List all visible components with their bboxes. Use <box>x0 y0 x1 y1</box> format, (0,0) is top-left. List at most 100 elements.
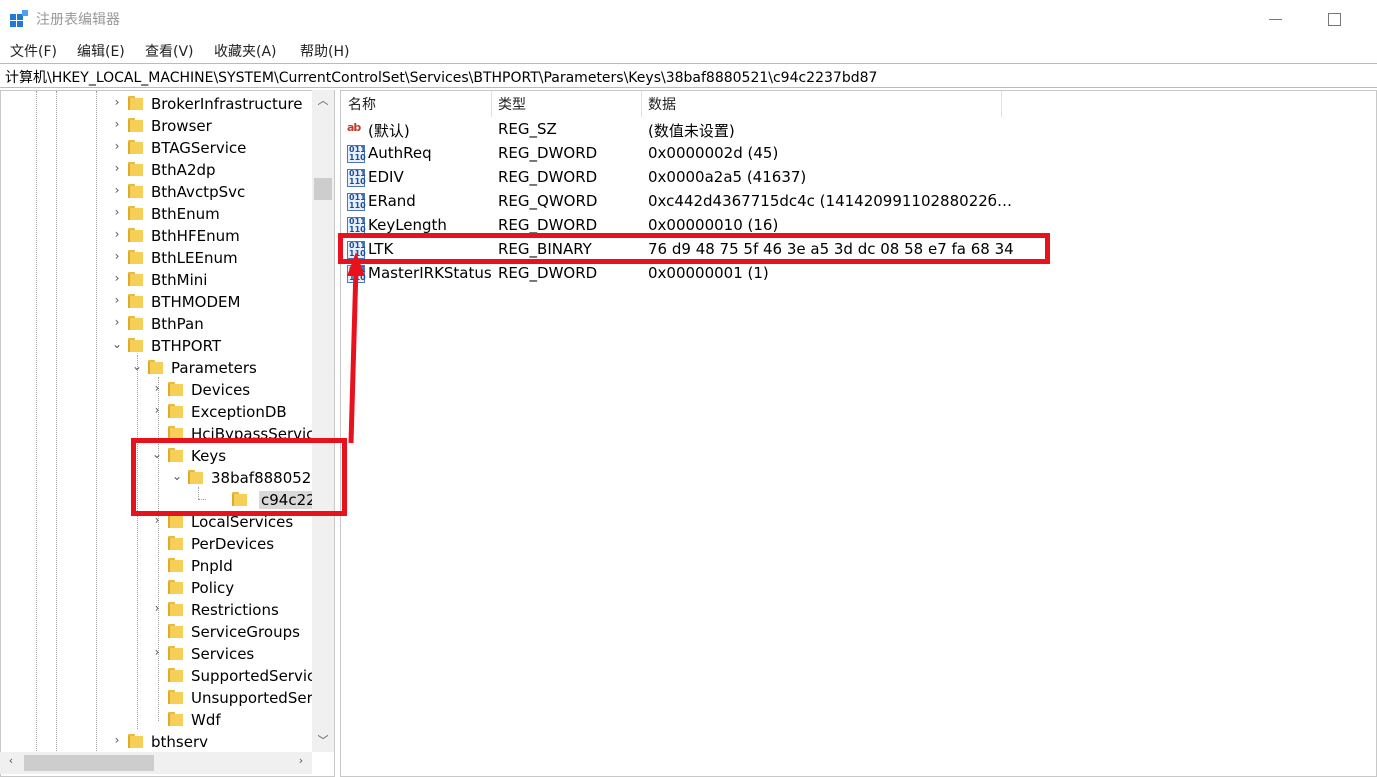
tree-item[interactable]: SupportedServices <box>1 665 332 687</box>
tree-item[interactable]: › BthAvctpSvc <box>1 181 313 203</box>
address-path[interactable]: 计算机\HKEY_LOCAL_MACHINE\SYSTEM\CurrentCon… <box>5 67 877 87</box>
column-header-type[interactable]: 类型 <box>498 94 526 114</box>
menu-edit[interactable]: 编辑(E) <box>77 41 125 61</box>
tree-item-label[interactable]: BTAGService <box>151 139 246 157</box>
tree-item[interactable]: PerDevices <box>1 533 313 555</box>
tree-item-label[interactable]: Policy <box>191 579 234 597</box>
tree-item[interactable]: › BthMini <box>1 269 313 291</box>
scroll-up-icon[interactable]: ︿ <box>312 92 334 110</box>
column-divider[interactable] <box>1001 91 1002 117</box>
value-row[interactable]: ab (默认) REG_SZ (数值未设置) <box>341 118 1041 142</box>
chevron-right-icon[interactable]: › <box>111 227 123 243</box>
tree-item[interactable]: › Browser <box>1 115 313 137</box>
tree-item-label[interactable]: ExceptionDB <box>191 403 287 421</box>
tree-item[interactable]: › BthHFEnum <box>1 225 313 247</box>
chevron-right-icon[interactable]: › <box>111 293 123 309</box>
tree-item-label[interactable]: BthHFEnum <box>151 227 240 245</box>
tree-item[interactable]: PnpId <box>1 555 313 577</box>
chevron-right-icon[interactable]: › <box>111 205 123 221</box>
chevron-right-icon[interactable]: › <box>111 733 123 749</box>
tree-item-label[interactable]: PnpId <box>191 557 233 575</box>
column-divider[interactable] <box>641 91 642 117</box>
tree-item[interactable]: › BthA2dp <box>1 159 313 181</box>
values-pane[interactable]: 名称 类型 数据 ab (默认) REG_SZ (数值未设置) 011 110 AuthRe… <box>340 90 1377 777</box>
column-header-name[interactable]: 名称 <box>348 94 376 114</box>
tree-item-label[interactable]: Services <box>191 645 254 663</box>
tree-item-label[interactable]: BthPan <box>151 315 204 333</box>
scroll-thumb[interactable] <box>24 755 154 771</box>
minimize-button[interactable] <box>1262 4 1292 34</box>
tree-item-label[interactable]: BrokerInfrastructure <box>151 95 303 113</box>
value-row[interactable]: 011 110 ERand REG_QWORD 0xc442d4367715dc4c (… <box>341 190 1041 214</box>
maximize-button[interactable] <box>1320 4 1350 34</box>
scroll-left-icon[interactable]: ‹ <box>2 754 20 772</box>
chevron-down-icon[interactable]: ⌄ <box>131 359 143 375</box>
chevron-right-icon[interactable]: › <box>111 139 123 155</box>
tree-item-label[interactable]: BthAvctpSvc <box>151 183 245 201</box>
chevron-right-icon[interactable]: › <box>111 161 123 177</box>
tree-item[interactable]: › BrokerInfrastructure <box>1 93 313 115</box>
folder-icon <box>168 382 183 396</box>
tree-item[interactable]: › BTHMODEM <box>1 291 313 313</box>
scroll-thumb[interactable] <box>314 178 332 200</box>
address-bar[interactable]: 计算机\HKEY_LOCAL_MACHINE\SYSTEM\CurrentCon… <box>0 63 1377 88</box>
chevron-right-icon[interactable]: › <box>111 183 123 199</box>
scroll-right-icon[interactable]: › <box>292 754 310 772</box>
tree-item[interactable]: › BTAGService <box>1 137 313 159</box>
menu-view[interactable]: 查看(V) <box>145 41 194 61</box>
binary-value-icon: 011110 <box>347 169 366 187</box>
tree-item[interactable]: UnsupportedServices <box>1 687 334 709</box>
key-tree-pane[interactable]: › BrokerInfrastructure › Browser › BTAGServic… <box>0 90 335 777</box>
tree-item-label[interactable]: BTHMODEM <box>151 293 240 311</box>
tree-item[interactable]: › bthserv <box>1 731 313 753</box>
chevron-right-icon[interactable]: › <box>111 95 123 111</box>
tree-item-label[interactable]: BthEnum <box>151 205 220 223</box>
tree-item-label[interactable]: bthserv <box>151 733 208 751</box>
column-header-data[interactable]: 数据 <box>648 94 676 114</box>
chevron-right-icon[interactable]: › <box>111 271 123 287</box>
tree-item[interactable]: Policy <box>1 577 313 599</box>
folder-icon <box>128 140 143 154</box>
tree-item-label[interactable]: BTHPORT <box>151 337 221 355</box>
tree-item-label[interactable]: Restrictions <box>191 601 279 619</box>
tree-item-label[interactable]: ServiceGroups <box>191 623 300 641</box>
chevron-right-icon[interactable]: › <box>111 249 123 265</box>
tree-item-label[interactable]: BthA2dp <box>151 161 216 179</box>
tree-item[interactable]: › Devices <box>1 379 313 401</box>
tree-item-label[interactable]: PerDevices <box>191 535 274 553</box>
tree-item[interactable]: › Restrictions <box>1 599 313 621</box>
tree-horizontal-scrollbar[interactable]: ‹ › <box>0 752 312 774</box>
tree-item[interactable]: › BthLEEnum <box>1 247 313 269</box>
tree-item[interactable]: › ExceptionDB <box>1 401 313 423</box>
chevron-down-icon[interactable]: ⌄ <box>111 337 123 353</box>
chevron-right-icon[interactable]: › <box>151 645 163 661</box>
tree-item[interactable]: ServiceGroups <box>1 621 313 643</box>
tree-item[interactable]: Wdf <box>1 709 313 731</box>
value-row[interactable]: 011 110 EDIV REG_DWORD 0x0000a2a5 (41637) <box>341 166 1041 190</box>
tree-item-label[interactable]: Devices <box>191 381 250 399</box>
tree-item-label[interactable]: Parameters <box>171 359 257 377</box>
tree-item[interactable]: ⌄ BTHPORT <box>1 335 313 357</box>
menu-favorites[interactable]: 收藏夹(A) <box>214 41 277 61</box>
chevron-right-icon[interactable]: › <box>111 315 123 331</box>
chevron-right-icon[interactable]: › <box>111 117 123 133</box>
menu-bar: 文件(F) 编辑(E) 查看(V) 收藏夹(A) 帮助(H) <box>0 38 1377 62</box>
tree-item[interactable]: › BthEnum <box>1 203 313 225</box>
chevron-right-icon[interactable]: › <box>151 403 163 419</box>
value-row[interactable]: 011110MasterIRKStatusREG_DWORD0x00000001… <box>341 262 1041 286</box>
tree-item-label[interactable]: Wdf <box>191 711 221 729</box>
tree-item[interactable]: › Services <box>1 643 313 665</box>
chevron-right-icon[interactable]: › <box>151 601 163 617</box>
tree-item[interactable]: › BthPan <box>1 313 313 335</box>
tree-item-label[interactable]: BthMini <box>151 271 207 289</box>
value-row[interactable]: 011 110 AuthReq REG_DWORD 0x0000002d (45) <box>341 142 1041 166</box>
tree-item-label[interactable]: Browser <box>151 117 212 135</box>
tree-item[interactable]: ⌄ Parameters <box>1 357 313 379</box>
chevron-right-icon[interactable]: › <box>151 381 163 397</box>
column-divider[interactable] <box>491 91 492 117</box>
scroll-down-icon[interactable]: ﹀ <box>312 732 334 750</box>
menu-help[interactable]: 帮助(H) <box>300 41 349 61</box>
menu-file[interactable]: 文件(F) <box>10 41 57 61</box>
tree-item-label[interactable]: BthLEEnum <box>151 249 238 267</box>
folder-icon <box>128 184 143 198</box>
